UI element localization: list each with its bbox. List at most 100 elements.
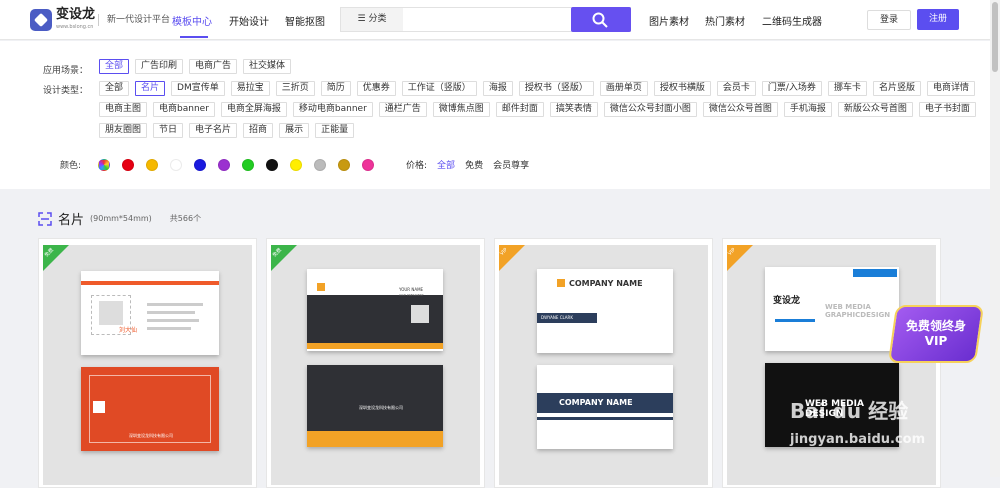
- logo-icon: [30, 8, 52, 31]
- nav-smart-cutout[interactable]: 智能抠图: [285, 13, 325, 28]
- price-member[interactable]: 会员尊享: [493, 158, 529, 171]
- menu-icon: ☰: [357, 14, 369, 24]
- type-tag[interactable]: 门票/入场券: [761, 81, 822, 96]
- type-tag[interactable]: 电商详情: [926, 81, 975, 96]
- card-front: 刘大仙: [81, 271, 219, 355]
- type-tag[interactable]: 电商主图: [99, 102, 148, 117]
- back-company: COMPANY NAME: [559, 398, 633, 407]
- scene-tag[interactable]: 社交媒体: [243, 59, 292, 74]
- color-swatch[interactable]: [98, 158, 110, 171]
- type-tag[interactable]: 授权书横版: [653, 81, 711, 96]
- nav-hot-assets[interactable]: 热门素材: [705, 13, 745, 28]
- card-front: COMPANY NAME DWYANE CLARK: [537, 269, 673, 353]
- type-tag[interactable]: 易拉宝: [230, 81, 270, 96]
- type-tag[interactable]: 招商: [243, 123, 274, 138]
- type-tag[interactable]: 名片竖版: [872, 81, 921, 96]
- card-preview: 变设龙 WEB MEDIA GRAPHICDESIGN WEB MEDIA DE…: [727, 245, 936, 485]
- category-label: 分类: [368, 14, 387, 24]
- type-tag[interactable]: 微信公众号封面小图: [603, 102, 697, 117]
- type-tag[interactable]: 海报: [482, 81, 513, 96]
- nav-qrcode-generator[interactable]: 二维码生成器: [762, 13, 822, 28]
- color-swatch[interactable]: [362, 158, 374, 171]
- front-name: COMPANY NAME: [569, 279, 643, 288]
- template-card[interactable]: 刘大仙 深圳变设龙科技有限公司 免费: [38, 238, 257, 488]
- type-tag[interactable]: 优惠券: [356, 81, 396, 96]
- color-swatch[interactable]: [170, 158, 182, 171]
- scene-tag[interactable]: 广告印刷: [135, 59, 184, 74]
- nav-start-design[interactable]: 开始设计: [229, 13, 269, 28]
- brand-domain: www.bslong.cn: [56, 24, 94, 30]
- nav-template-center[interactable]: 模板中心: [172, 13, 212, 28]
- price-free[interactable]: 免费: [465, 158, 483, 171]
- card-preview: 刘大仙 深圳变设龙科技有限公司: [43, 245, 252, 485]
- vip-badge-text: 免费领终身VIP: [905, 319, 966, 348]
- template-card[interactable]: COMPANY NAME DWYANE CLARK COMPANY NAME V…: [494, 238, 713, 488]
- color-swatch[interactable]: [314, 158, 326, 171]
- type-tag[interactable]: 电商banner: [153, 102, 215, 117]
- color-swatch[interactable]: [338, 158, 350, 171]
- type-tag[interactable]: 名片: [135, 81, 166, 96]
- type-tag[interactable]: 邮件封面: [495, 102, 544, 117]
- type-tag[interactable]: 节日: [153, 123, 184, 138]
- type-tag[interactable]: 简历: [320, 81, 351, 96]
- type-tag[interactable]: 新版公众号首图: [837, 102, 913, 117]
- type-tag[interactable]: 手机海报: [783, 102, 832, 117]
- back-company: 深圳变设龙科技有限公司: [129, 433, 173, 438]
- type-tag[interactable]: 会员卡: [716, 81, 756, 96]
- type-tag[interactable]: 移动电商banner: [292, 102, 373, 117]
- category-dropdown[interactable]: ☰ 分类: [341, 8, 403, 31]
- section-count: 共566个: [169, 214, 202, 223]
- front-role: DWYANE CLARK: [541, 315, 573, 320]
- filter-panel: 应用场景： 全部 广告印刷 电商广告 社交媒体 设计类型： 全部 名片 DM宣传单 易拉宝三…: [0, 41, 990, 189]
- color-filter-label: 颜色:: [59, 161, 82, 171]
- type-tag[interactable]: 画册单页: [599, 81, 648, 96]
- type-tags: 全部 名片 DM宣传单 易拉宝 三折页 简历 优惠券 工作证（竖版） 海报 授权书（竖版） 画册单页…: [99, 81, 984, 144]
- nav-image-assets[interactable]: 图片素材: [649, 13, 689, 28]
- type-tag[interactable]: 通栏广告: [378, 102, 427, 117]
- scene-tag[interactable]: 全部: [99, 59, 130, 74]
- color-swatch[interactable]: [194, 158, 206, 171]
- brand-name: 变设龙: [56, 7, 96, 22]
- type-tag[interactable]: 微博焦点图: [432, 102, 490, 117]
- type-tag[interactable]: 电子书封面: [918, 102, 976, 117]
- color-swatch[interactable]: [242, 158, 254, 171]
- card-preview: COMPANY NAME DWYANE CLARK COMPANY NAME: [499, 245, 708, 485]
- price-all[interactable]: 全部: [437, 158, 455, 171]
- color-swatch[interactable]: [266, 158, 278, 171]
- front-name: 刘大仙: [119, 327, 138, 334]
- scene-tag[interactable]: 电商广告: [189, 59, 238, 74]
- scene-filter-label: 应用场景：: [43, 66, 89, 76]
- scene-filter-row: 应用场景： 全部 广告印刷 电商广告 社交媒体: [43, 59, 999, 80]
- register-button[interactable]: 注册: [917, 9, 959, 30]
- color-swatch[interactable]: [218, 158, 230, 171]
- search-button[interactable]: [571, 7, 631, 32]
- type-tag[interactable]: 微信公众号首图: [702, 102, 778, 117]
- type-tag[interactable]: 授权书（竖版）: [518, 81, 594, 96]
- type-tag[interactable]: 正能量: [315, 123, 355, 138]
- brand-logo[interactable]: 变设龙 www.bslong.cn: [30, 7, 95, 32]
- card-preview: YOUR NAME VICE PRESIDENT 深圳变设龙科技有限公司: [271, 245, 480, 485]
- template-card[interactable]: YOUR NAME VICE PRESIDENT 深圳变设龙科技有限公司 免费: [266, 238, 485, 488]
- color-swatch[interactable]: [290, 158, 302, 171]
- login-button[interactable]: 登录: [867, 10, 911, 30]
- card-back: COMPANY NAME: [537, 365, 673, 449]
- type-tag[interactable]: 电子名片: [189, 123, 238, 138]
- free-vip-badge[interactable]: 免费领终身VIP: [887, 305, 985, 365]
- type-tag[interactable]: 朋友圈图: [99, 123, 148, 138]
- color-swatch[interactable]: [146, 158, 158, 171]
- search-bar: ☰ 分类: [340, 7, 631, 32]
- scene-tags: 全部 广告印刷 电商广告 社交媒体: [99, 59, 999, 80]
- search-input[interactable]: [405, 10, 565, 29]
- watermark-url: jingyan.baidu.com: [790, 432, 926, 447]
- type-tag[interactable]: 三折页: [275, 81, 315, 96]
- type-tag[interactable]: 电商全屏海报: [220, 102, 287, 117]
- type-tag[interactable]: 全部: [99, 81, 130, 96]
- type-tag[interactable]: 搞笑表情: [549, 102, 598, 117]
- type-tag[interactable]: DM宣传单: [171, 81, 225, 96]
- type-tag[interactable]: 工作证（竖版）: [401, 81, 477, 96]
- nav-active-underline: [180, 36, 208, 38]
- card-front: 变设龙 WEB MEDIA GRAPHICDESIGN: [765, 267, 899, 351]
- type-tag[interactable]: 展示: [279, 123, 310, 138]
- type-tag[interactable]: 挪车卡: [827, 81, 867, 96]
- color-swatch[interactable]: [122, 158, 134, 171]
